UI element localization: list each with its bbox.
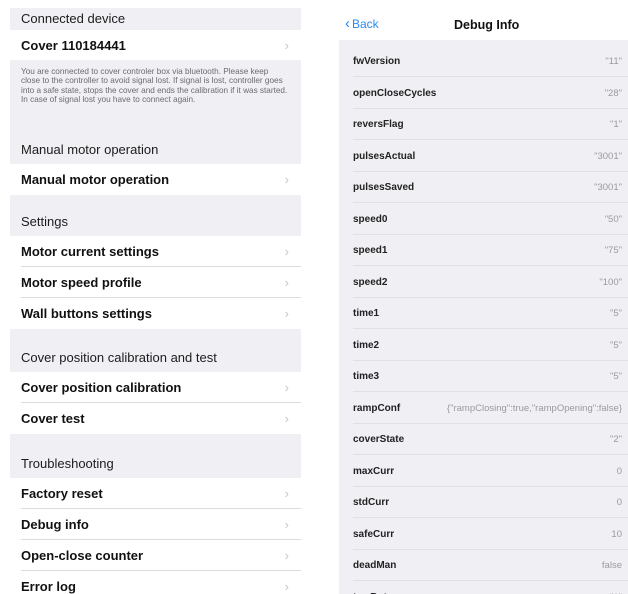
chevron-right-icon: › bbox=[284, 172, 289, 187]
menu-item-cover-test[interactable]: Cover test › bbox=[10, 403, 301, 434]
menu-item-factory-reset[interactable]: Factory reset › bbox=[10, 478, 301, 509]
menu-item-debug-info[interactable]: Debug info › bbox=[10, 509, 301, 540]
device-name-label: Cover 110184441 bbox=[21, 37, 126, 53]
debug-key: openCloseCycles bbox=[353, 87, 437, 99]
debug-row-speed0: speed0 "50" bbox=[339, 204, 628, 235]
debug-value: 10 bbox=[611, 528, 622, 540]
debug-value: "28" bbox=[604, 87, 622, 99]
debug-key: pulsesSaved bbox=[353, 182, 415, 193]
debug-value: "5" bbox=[609, 308, 622, 319]
menu-item-label: Wall buttons settings bbox=[21, 306, 152, 321]
debug-row-coverState: coverState "2" bbox=[339, 424, 628, 455]
debug-row-openCloseCycles: openCloseCycles "28" bbox=[339, 78, 628, 109]
debug-value: "11" bbox=[605, 56, 622, 67]
section-header-connected-device: Connected device bbox=[21, 10, 126, 26]
debug-value: "3001" bbox=[594, 150, 622, 162]
debug-row-fwVersion: fwVersion "11" bbox=[339, 46, 628, 77]
debug-row-twoButs: twoButs"1" bbox=[339, 582, 628, 594]
navigation-bar: ‹ Back Debug Info bbox=[339, 8, 628, 40]
debug-row-reversFlag: reversFlag "1" bbox=[339, 109, 628, 140]
debug-key: speed2 bbox=[353, 276, 388, 288]
chevron-left-icon: ‹ bbox=[345, 15, 350, 32]
debug-info-panel: ‹ Back Debug Info fwVersion "11" openClose… bbox=[339, 8, 628, 594]
debug-row-deadMan: deadMan false bbox=[339, 550, 628, 581]
menu-item-cover-position-calibration[interactable]: Cover position calibration › bbox=[10, 372, 301, 403]
device-menu-panel: Connected device Cover 110184441 › You a… bbox=[10, 8, 301, 594]
menu-item-label: Cover test bbox=[21, 411, 85, 426]
debug-key: safeCurr bbox=[353, 528, 395, 540]
debug-key: time2 bbox=[353, 339, 380, 351]
chevron-right-icon: › bbox=[284, 244, 289, 259]
debug-row-pulsesSaved: pulsesSaved "3001" bbox=[339, 172, 628, 203]
debug-key: fwVersion bbox=[353, 56, 401, 67]
debug-row-time1: time1 "5" bbox=[339, 298, 628, 329]
debug-key: deadMan bbox=[353, 560, 397, 571]
debug-key: pulsesActual bbox=[353, 150, 416, 162]
menu-item-wall-buttons-settings[interactable]: Wall buttons settings › bbox=[10, 298, 301, 329]
menu-item-manual-motor-operation[interactable]: Manual motor operation › bbox=[10, 164, 301, 195]
debug-key: reversFlag bbox=[353, 119, 404, 130]
back-label: Back bbox=[352, 17, 379, 31]
connected-device-row[interactable]: Cover 110184441 › bbox=[10, 30, 301, 60]
chevron-right-icon: › bbox=[284, 275, 289, 290]
debug-key: speed1 bbox=[353, 245, 388, 256]
menu-item-label: Manual motor operation bbox=[21, 172, 170, 187]
section-header-settings: Settings bbox=[21, 213, 68, 229]
debug-key: coverState bbox=[353, 434, 405, 445]
debug-value: {"rampClosing":true,"rampOpening":false} bbox=[446, 402, 622, 414]
debug-value: "50" bbox=[604, 213, 622, 225]
debug-row-time3: time3 "5" bbox=[339, 361, 628, 392]
debug-value: false bbox=[601, 560, 622, 571]
debug-row-maxCurr: maxCurr 0 bbox=[339, 456, 628, 487]
page-title: Debug Info bbox=[454, 18, 520, 32]
chevron-right-icon: › bbox=[284, 411, 289, 426]
menu-item-open-close-counter[interactable]: Open-close counter › bbox=[10, 540, 301, 571]
debug-key: speed0 bbox=[353, 213, 388, 225]
menu-item-label: Motor current settings bbox=[21, 244, 159, 259]
chevron-right-icon: › bbox=[284, 306, 289, 321]
debug-value: "75" bbox=[604, 245, 622, 256]
chevron-right-icon: › bbox=[284, 517, 289, 532]
chevron-right-icon: › bbox=[284, 548, 289, 563]
menu-item-label: Motor speed profile bbox=[21, 275, 142, 290]
debug-key: stdCurr bbox=[353, 497, 390, 508]
chevron-right-icon: › bbox=[284, 37, 289, 53]
menu-item-label: Error log bbox=[21, 579, 76, 594]
menu-item-error-log[interactable]: Error log › bbox=[10, 571, 301, 594]
debug-row-safeCurr: safeCurr 10 bbox=[339, 519, 628, 550]
debug-row-stdCurr: stdCurr 0 bbox=[339, 487, 628, 518]
debug-value: "1" bbox=[609, 119, 622, 130]
debug-row-pulsesActual: pulsesActual "3001" bbox=[339, 141, 628, 172]
menu-item-motor-speed-profile[interactable]: Motor speed profile › bbox=[10, 267, 301, 298]
section-header-manual-motor: Manual motor operation bbox=[21, 141, 159, 157]
debug-key: rampConf bbox=[353, 402, 401, 414]
chevron-right-icon: › bbox=[284, 579, 289, 594]
menu-item-label: Cover position calibration bbox=[21, 380, 182, 395]
menu-item-label: Open-close counter bbox=[21, 548, 144, 563]
debug-value: 0 bbox=[616, 497, 622, 508]
debug-key: time3 bbox=[353, 371, 380, 382]
debug-row-speed1: speed1 "75" bbox=[339, 235, 628, 266]
chevron-right-icon: › bbox=[284, 486, 289, 501]
chevron-right-icon: › bbox=[284, 380, 289, 395]
menu-item-label: Factory reset bbox=[21, 486, 103, 501]
back-button[interactable]: ‹ Back bbox=[345, 15, 379, 32]
debug-value: "5" bbox=[609, 339, 622, 351]
debug-row-speed2: speed2 "100" bbox=[339, 267, 628, 298]
bluetooth-note: You are connected to cover controler box… bbox=[21, 67, 288, 105]
debug-value: "5" bbox=[609, 371, 622, 382]
debug-key: maxCurr bbox=[353, 465, 395, 477]
section-header-calibration: Cover position calibration and test bbox=[21, 349, 217, 365]
menu-item-motor-current-settings[interactable]: Motor current settings › bbox=[10, 236, 301, 267]
debug-row-rampConf: rampConf {"rampClosing":true,"rampOpening… bbox=[339, 393, 628, 424]
debug-value: "100" bbox=[599, 276, 622, 288]
debug-key: time1 bbox=[353, 308, 380, 319]
debug-value: "2" bbox=[609, 434, 622, 445]
debug-row-time2: time2 "5" bbox=[339, 330, 628, 361]
debug-value: "3001" bbox=[594, 182, 622, 193]
menu-item-label: Debug info bbox=[21, 517, 89, 532]
debug-value: 0 bbox=[616, 465, 622, 477]
section-header-troubleshooting: Troubleshooting bbox=[21, 455, 114, 471]
